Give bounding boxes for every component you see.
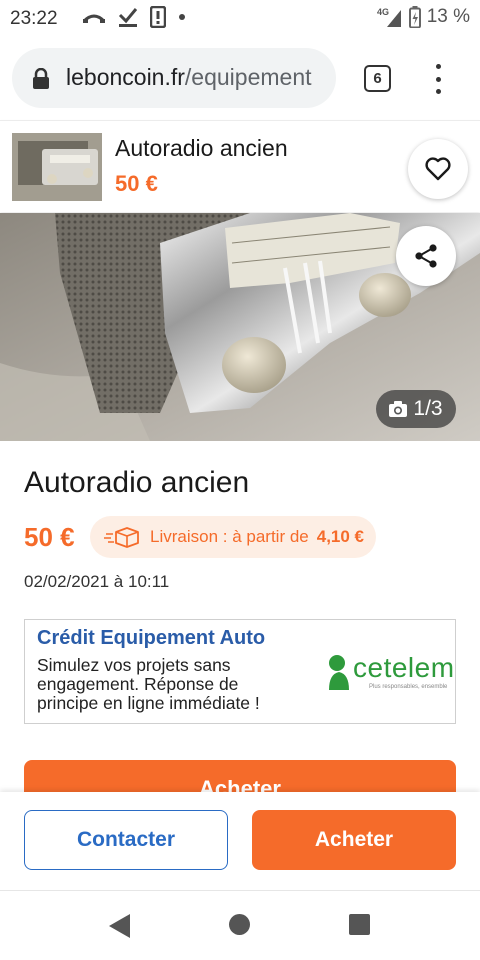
battery-level: 13 %	[426, 6, 470, 27]
sticky-ad-header: Autoradio ancien 50 €	[0, 120, 480, 212]
lock-icon	[33, 68, 49, 89]
cetelem-wordmark: cetelem	[353, 652, 455, 683]
credit-title: Crédit Equipement Auto	[37, 627, 266, 649]
buy-button[interactable]: Acheter	[252, 810, 456, 870]
contact-button[interactable]: Contacter	[24, 810, 228, 870]
home-icon[interactable]	[229, 914, 250, 935]
ad-thumbnail[interactable]	[12, 133, 102, 201]
radio-thumbnail-image	[12, 133, 102, 201]
url-text[interactable]: leboncoin.fr/equipement	[66, 64, 312, 91]
cetelem-tagline: Plus responsables, ensemble	[369, 684, 448, 690]
missed-call-icon	[82, 14, 106, 23]
tab-switcher-button[interactable]: 6	[364, 65, 391, 92]
heart-icon	[425, 157, 451, 181]
back-icon[interactable]	[108, 913, 132, 939]
status-time: 23:22	[10, 8, 58, 29]
share-icon	[415, 244, 437, 268]
signal-icon: 4G	[377, 7, 401, 27]
browser-toolbar: leboncoin.fr/equipement 6	[0, 38, 480, 120]
notification-icons	[82, 6, 186, 28]
ad-title: Autoradio ancien	[24, 466, 250, 499]
share-button[interactable]	[396, 226, 456, 286]
photo-counter-text: 1/3	[413, 397, 443, 420]
bottom-action-bar: Contacter Acheter	[0, 792, 480, 890]
battery-icon	[408, 6, 421, 28]
delivery-badge: Livraison : à partir de 4,10 €	[90, 516, 377, 558]
delivery-box-icon	[104, 527, 139, 548]
cetelem-logo: cetelem Plus responsables, ensemble	[325, 650, 455, 690]
browser-menu-icon[interactable]	[428, 64, 448, 94]
status-bar: 23:22 4G 13 %	[0, 0, 480, 38]
favorite-button[interactable]	[408, 139, 468, 199]
ad-price: 50 €	[24, 522, 75, 552]
credit-text: Simulez vos projets sans engagement. Rép…	[37, 655, 260, 713]
sticky-title: Autoradio ancien	[115, 135, 288, 161]
recent-apps-icon[interactable]	[349, 914, 370, 935]
delivery-price: 4,10 €	[316, 527, 365, 546]
svg-text:4G: 4G	[377, 7, 389, 17]
photo-counter[interactable]: 1/3	[376, 390, 456, 428]
cetelem-person-icon	[329, 655, 349, 690]
more-notifications-dot-icon	[179, 14, 185, 20]
status-right: 4G 13 %	[377, 6, 470, 28]
address-bar[interactable]: leboncoin.fr/equipement	[12, 48, 336, 108]
delivery-prefix: Livraison : à partir de	[150, 527, 309, 546]
sticky-price: 50 €	[115, 171, 158, 196]
alert-icon	[150, 6, 166, 28]
url-host: leboncoin.fr	[66, 64, 185, 90]
download-done-icon	[118, 8, 138, 27]
ad-date: 02/02/2021 à 10:11	[24, 572, 170, 591]
url-path: /equipement	[184, 64, 312, 90]
ad-photo[interactable]: 1/3	[0, 213, 480, 441]
camera-icon	[389, 401, 408, 417]
credit-advert[interactable]: Crédit Equipement Auto Simulez vos proje…	[24, 619, 456, 724]
system-nav-bar	[0, 890, 480, 960]
